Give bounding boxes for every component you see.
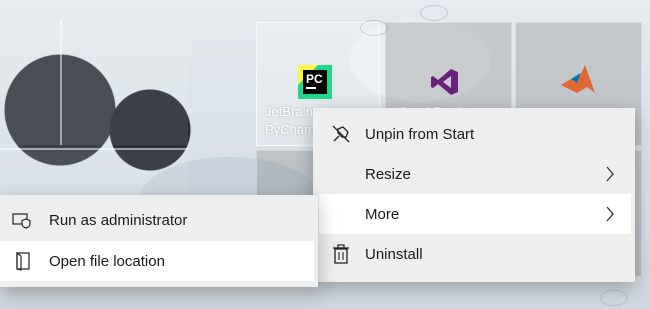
menu-item-uninstall[interactable]: Uninstall [313,234,635,274]
submenu: Run as administrator Open file location [0,195,318,287]
chevron-right-icon [606,166,614,182]
photo-tile[interactable] [0,148,188,200]
menu-item-label: Open file location [49,252,165,270]
chevron-right-icon [606,206,614,222]
menu-item-open-file-location[interactable]: Open file location [0,241,314,281]
context-menu: Unpin from Start Resize More Uninstall [313,108,635,282]
folder-icon [12,251,32,271]
menu-item-label: Unpin from Start [365,125,475,143]
wallpaper-flower [600,290,628,306]
menu-item-unpin[interactable]: Unpin from Start [313,114,635,154]
menu-item-more[interactable]: More [319,194,631,234]
menu-item-label: Uninstall [365,245,423,263]
trash-icon [331,244,351,264]
menu-item-run-as-admin[interactable]: Run as administrator [0,200,318,240]
tile-label: PyCharm [265,122,320,137]
svg-text:PC: PC [306,72,323,86]
menu-item-label: More [365,205,400,223]
pycharm-icon: PC [298,65,332,99]
menu-item-resize[interactable]: Resize [313,154,635,194]
shield-icon [12,210,32,230]
tile-label: JetBrains [265,104,320,119]
menu-item-label: Run as administrator [49,211,188,229]
wallpaper-flower [420,5,448,21]
unpin-icon [331,124,351,144]
photo-tile[interactable] [62,20,188,145]
visual-studio-icon [431,69,458,95]
menu-item-label: Resize [365,165,411,183]
photo-tile[interactable] [0,20,62,145]
matlab-icon [561,65,595,93]
